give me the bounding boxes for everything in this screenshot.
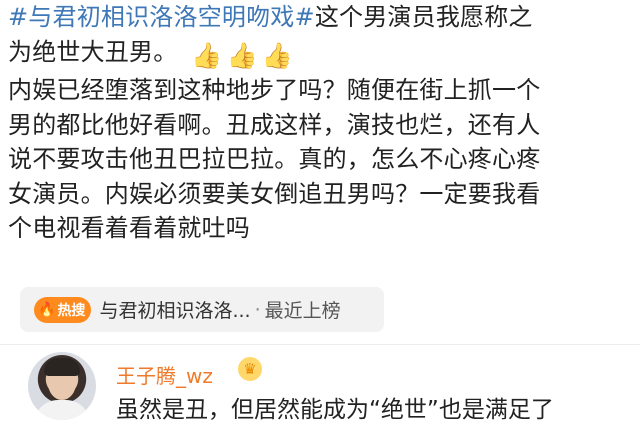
thumbs-up-icon: 👍	[261, 40, 294, 70]
flame-icon: 🔥	[38, 301, 56, 318]
crown-icon: ♛	[238, 357, 262, 381]
topic-status: 最近上榜	[264, 300, 341, 322]
avatar[interactable]	[28, 352, 96, 420]
post-line: 内娱已经堕落到这种地步了吗？随便在街上抓一个	[8, 76, 541, 104]
post-line: 女演员。内娱必须要美女倒追丑男吗？一定要我看	[8, 179, 541, 208]
hot-search-badge: 🔥 热搜	[34, 296, 92, 323]
section-divider	[0, 344, 640, 345]
post-line-1: #与君初相识洛洛空明吻戏#这个男演员我愿称之	[8, 0, 636, 35]
avatar-shirt	[34, 400, 90, 420]
hot-topic-card[interactable]: 🔥 热搜 与君初相识洛洛... · 最近上榜	[20, 287, 384, 332]
post-line-2: 为绝世大丑男。 👍 👍 👍	[8, 35, 636, 74]
post-line: 说不要攻击他丑巴拉巴拉。真的，怎么不心疼心疼	[8, 145, 541, 173]
thumbs-up-icon: 👍	[191, 40, 223, 70]
post-body: #与君初相识洛洛空明吻戏#这个男演员我愿称之 为绝世大丑男。 👍 👍 👍 内娱已经堕…	[8, 0, 636, 246]
post-text: 这个男演员我愿称之	[314, 3, 533, 31]
comment-text: 虽然是丑，但居然能成为“绝世”也是满足了	[116, 397, 554, 423]
avatar-hair	[44, 358, 80, 376]
post-line: 个电视看着看着就吐吗	[8, 214, 250, 242]
comment-username[interactable]: 王子腾_wz	[116, 360, 213, 389]
hashtag-link[interactable]: #与君初相识洛洛空明吻戏#	[8, 3, 315, 31]
thumbs-emoji-group: 👍 👍 👍	[191, 39, 297, 74]
topic-title: 与君初相识洛洛...	[99, 300, 251, 322]
topic-separator: ·	[254, 298, 261, 321]
hot-search-label: 热搜	[57, 302, 86, 319]
post-line: 男的都比他好看啊。丑成这样，演技也烂，还有人	[8, 110, 541, 139]
thumbs-up-icon: 👍	[226, 40, 258, 70]
post-text: 为绝世大丑男。	[8, 37, 178, 66]
